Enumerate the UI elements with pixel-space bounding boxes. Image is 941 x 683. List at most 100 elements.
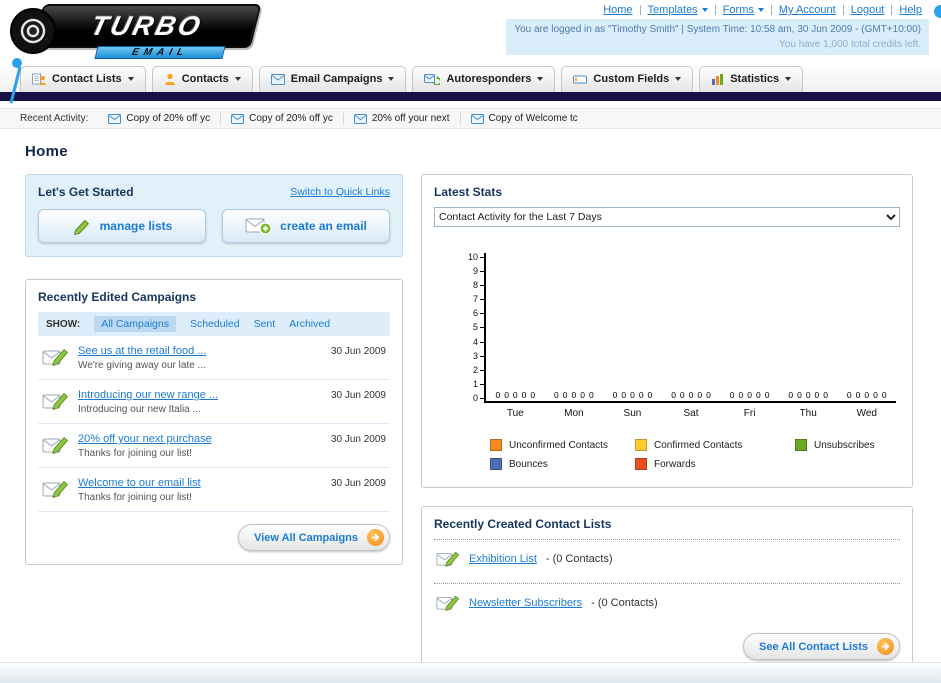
top-link-home[interactable]: Home	[596, 4, 639, 16]
campaign-row[interactable]: 20% off your next purchase Thanks for jo…	[38, 424, 390, 468]
filter-archived[interactable]: Archived	[289, 318, 330, 330]
chart-group: 0 0 0 0 0 Fri	[720, 253, 779, 419]
get-started-panel: Let's Get Started Switch to Quick Links …	[25, 174, 403, 257]
see-all-contact-lists-button[interactable]: See All Contact Lists	[742, 633, 900, 660]
chart-group: 0 0 0 0 0 Mon	[545, 253, 604, 419]
create-email-button[interactable]: create an email	[222, 209, 390, 243]
manage-lists-button[interactable]: manage lists	[38, 209, 206, 243]
legend-swatch	[635, 458, 647, 470]
chart-value-label: 0	[846, 390, 852, 400]
chart-value-label: 0	[580, 390, 585, 400]
tab-email-campaigns[interactable]: Email Campaigns	[258, 66, 407, 92]
chart-value-label: 0	[562, 390, 568, 400]
chart-group: 0 0 0 0 0 Thu	[779, 253, 838, 419]
filter-scheduled[interactable]: Scheduled	[190, 318, 240, 330]
chart-value-label: 0	[554, 390, 559, 400]
campaign-row[interactable]: See us at the retail food ... We're givi…	[38, 336, 390, 380]
chart-group: 0 0 0 0 0 Tue	[486, 253, 545, 419]
envelope-plus-icon	[245, 218, 272, 235]
switch-quick-links-link[interactable]: Switch to Quick Links	[290, 186, 390, 198]
swirl-icon	[10, 8, 56, 54]
chevron-down-icon	[234, 77, 241, 81]
header: TURBO EMAIL Home Templates Forms My Acco…	[0, 0, 941, 104]
session-info: You are logged in as "Timothy Smith" | S…	[506, 19, 929, 55]
legend-item: Confirmed Contacts	[635, 439, 795, 451]
contact-lists-title: Recently Created Contact Lists	[434, 517, 612, 531]
campaign-row[interactable]: Welcome to our email list Thanks for joi…	[38, 468, 390, 512]
campaign-link[interactable]: 20% off your next purchase	[78, 433, 212, 445]
x-axis-label: Tue	[506, 408, 524, 419]
top-link-my-account[interactable]: My Account	[772, 4, 843, 16]
top-link-forms[interactable]: Forms	[716, 4, 771, 16]
campaign-link[interactable]: Welcome to our email list	[78, 477, 201, 489]
right-column: Latest Stats Contact Activity for the La…	[421, 174, 913, 674]
top-nav: Home Templates Forms My Account Logout H…	[506, 4, 929, 16]
create-email-label: create an email	[280, 219, 367, 233]
campaign-link[interactable]: See us at the retail food ...	[78, 345, 206, 357]
legend-label: Unconfirmed Contacts	[509, 439, 608, 451]
contact-list-count: - (0 Contacts)	[591, 596, 658, 609]
campaign-subject: Thanks for joining our list!	[78, 448, 192, 459]
top-link-help[interactable]: Help	[892, 4, 929, 16]
tab-custom-fields[interactable]: Custom Fields	[561, 66, 694, 92]
y-axis-tick: 10	[460, 253, 484, 262]
chart-value-label: 0	[788, 390, 794, 400]
tab-label: Statistics	[730, 73, 780, 85]
envelope-icon	[353, 113, 367, 124]
legend-item: Forwards	[635, 458, 795, 470]
header-right: Home Templates Forms My Account Logout H…	[506, 4, 929, 55]
chart-group: 0 0 0 0 0 Wed	[837, 253, 896, 419]
legend-item: Bounces	[490, 458, 635, 470]
filter-sent[interactable]: Sent	[254, 318, 276, 330]
y-axis-tick: 6	[460, 309, 484, 318]
tab-contact-lists[interactable]: Contact Lists	[20, 66, 146, 92]
divider	[434, 583, 900, 584]
filter-all-campaigns[interactable]: All Campaigns	[94, 316, 176, 332]
recent-activity-item[interactable]: Copy of Welcome tc	[461, 113, 588, 124]
campaign-subject: Thanks for joining our list!	[78, 492, 192, 503]
contact-activity-chart: 10 9 8 7 6 5 4 3 2 1 0 0 0 0 0 0 Tue 0 0 0 0 0 Mon 0 0 0 0 0 Sun 0 0 0…	[460, 253, 896, 419]
top-link-templates[interactable]: Templates	[641, 4, 715, 16]
view-all-campaigns-button[interactable]: View All Campaigns	[238, 524, 390, 551]
credits-status: You have 1,000 total credits left.	[779, 39, 921, 50]
chevron-down-icon	[388, 77, 395, 81]
contact-list-row[interactable]: Exhibition List - (0 Contacts)	[434, 542, 900, 575]
envelope-pencil-icon	[42, 480, 69, 499]
stats-period-select[interactable]: Contact Activity for the Last 7 Days	[434, 207, 900, 227]
y-axis-tick: 5	[460, 323, 484, 332]
chart-value-label: 0	[814, 390, 820, 400]
chart-value-label: 0	[621, 390, 627, 400]
campaign-subject: Introducing our new Italia ...	[78, 404, 201, 415]
top-link-logout[interactable]: Logout	[844, 4, 892, 16]
pencil-icon	[73, 219, 89, 235]
custom-fields-icon	[573, 75, 588, 83]
chart-value-label: 0	[729, 390, 735, 400]
contact-lists-icon	[32, 73, 46, 85]
chart-value-label: 0	[679, 390, 685, 400]
get-started-title: Let's Get Started	[38, 185, 134, 199]
recent-activity-item[interactable]: Copy of 20% off yc	[221, 113, 344, 124]
x-axis-label: Fri	[743, 408, 756, 419]
tab-statistics[interactable]: Statistics	[699, 66, 804, 92]
recent-activity-bar: Recent Activity: Copy of 20% off yc Copy…	[0, 108, 941, 129]
nav-accent-bar	[0, 92, 941, 101]
y-axis-tick: 1	[460, 379, 484, 389]
contact-list-link[interactable]: Exhibition List	[469, 553, 537, 565]
chart-value-label: 0	[612, 390, 618, 400]
contact-list-row[interactable]: Newsletter Subscribers - (0 Contacts)	[434, 586, 900, 619]
logo-banner: TURBO	[32, 4, 262, 48]
campaign-date: 30 Jun 2009	[330, 478, 386, 489]
recent-activity-item[interactable]: 20% off your next	[344, 113, 461, 124]
recent-activity-item[interactable]: Copy of 20% off yc	[98, 113, 222, 124]
footer-strip	[0, 662, 941, 683]
chart-plot-area: 0 0 0 0 0 Tue 0 0 0 0 0 Mon 0 0 0 0 0 Sun 0 0 0 0 0 Sat 0 0 0 0 0 Fri…	[484, 253, 896, 419]
chart-value-label: 0	[638, 390, 644, 400]
contact-list-link[interactable]: Newsletter Subscribers	[469, 597, 582, 609]
manage-lists-label: manage lists	[99, 219, 173, 233]
chart-value-label: 0	[805, 390, 811, 400]
campaign-link[interactable]: Introducing our new range ...	[78, 389, 218, 401]
campaign-row[interactable]: Introducing our new range ... Introducin…	[38, 380, 390, 424]
tab-contacts[interactable]: Contacts	[151, 66, 253, 92]
tab-autoresponders[interactable]: Autoresponders	[412, 66, 556, 92]
chevron-down-icon	[537, 77, 544, 81]
